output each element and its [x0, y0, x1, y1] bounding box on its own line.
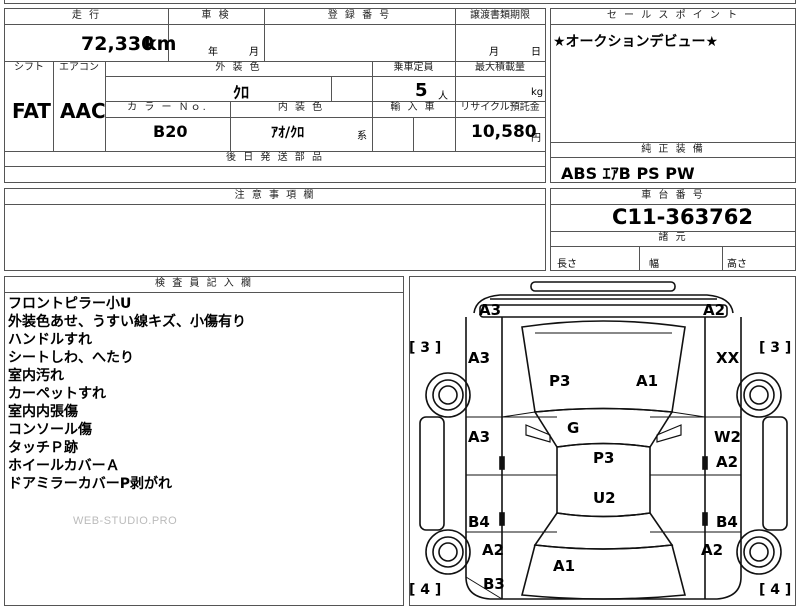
- mark-left-front-door: A3: [468, 428, 491, 446]
- note-line: カーペットすれ: [8, 386, 106, 402]
- note-line: コンソール傷: [8, 422, 92, 438]
- mark-roof-rear: U2: [593, 489, 616, 507]
- inspector-header: 検 査 員 記 入 欄: [155, 278, 253, 289]
- chassis-box: 車 台 番 号 C11-363762 諸 元 長さ 幅 高さ: [550, 188, 796, 271]
- note-line: シートしわ、へたり: [8, 350, 134, 366]
- sales-point-box: セ ー ル ス ポ イ ン ト ★オークションデビュー★: [550, 8, 796, 143]
- capacity-value: 5: [415, 80, 428, 101]
- color-no-label: カ ラ ー Ｎｏ.: [127, 102, 208, 113]
- capacity-unit: 人: [438, 91, 448, 102]
- width-label: 幅: [649, 259, 659, 270]
- mark-rear-left-corner: B3: [483, 575, 505, 593]
- transfer-day: 日: [531, 47, 541, 58]
- height-label: 高さ: [727, 259, 747, 270]
- mark-hood-right: A1: [636, 372, 659, 390]
- import-label: 輸 入 車: [390, 102, 437, 113]
- recycle-label: リサイクル預託金: [460, 102, 540, 113]
- mark-windshield: G: [567, 419, 580, 437]
- sales-point-text: ★オークションデビュー★: [553, 34, 719, 50]
- note-line: ホイールカバーＡ: [8, 458, 120, 474]
- mark-left-rear-door: B4: [468, 513, 490, 531]
- notes-header: 注 意 事 項 欄: [234, 190, 316, 201]
- sales-point-header: セ ー ル ス ポ イ ン ト: [606, 10, 740, 21]
- capacity-label: 乗車定員: [393, 62, 434, 73]
- mark-front-right-corner: A2: [703, 301, 726, 319]
- interior-color-suffix: 系: [357, 131, 367, 142]
- recycle-unit: 円: [531, 133, 541, 144]
- mark-left-front-fender: A3: [468, 349, 491, 367]
- note-line: 外装色あせ、うすい線キズ、小傷有り: [8, 314, 246, 330]
- mileage-header: 走 行: [71, 10, 102, 21]
- shift-value: FAT: [12, 99, 51, 123]
- inspector-notes: フロントピラー小U 外装色あせ、うすい線キズ、小傷有り ハンドルすれ シートしわ…: [8, 295, 246, 493]
- car-diagram-box: A3 A2 A3 XX P3 A1 G A3 W2 A2 P3 U2 B4 B4…: [409, 276, 796, 606]
- inspection-month: 月: [249, 47, 259, 58]
- equipment-header: 純 正 装 備: [641, 144, 705, 155]
- shift-label: シフト: [14, 62, 44, 73]
- equipment-box: 純 正 装 備 ABS ｴｱB PS PW: [550, 142, 796, 183]
- ac-label: エアコン: [59, 62, 99, 73]
- max-load-unit: kg: [531, 87, 544, 98]
- reg-number-header: 登 録 番 号: [327, 10, 392, 21]
- interior-color-label: 内 装 色: [277, 102, 325, 113]
- transfer-month: 月: [489, 47, 499, 58]
- mark-front-left-corner: A3: [479, 301, 502, 319]
- bracket-rear-right: [ 4 ]: [759, 582, 792, 598]
- top-strip: [4, 0, 796, 4]
- mark-right-front-door-1: W2: [714, 428, 741, 446]
- inspector-box: 検 査 員 記 入 欄 フロントピラー小U 外装色あせ、うすい線キズ、小傷有り …: [4, 276, 404, 606]
- mark-right-rear-door: B4: [716, 513, 738, 531]
- note-line: ドアミラーカバーP剥がれ: [8, 476, 172, 492]
- max-load-label: 最大積載量: [475, 62, 525, 73]
- bracket-front-left: [ 3 ]: [409, 340, 442, 356]
- equipment-text: ABS ｴｱB PS PW: [561, 164, 695, 183]
- inspection-header: 車 検: [201, 10, 231, 21]
- ac-value: AAC: [60, 99, 106, 123]
- inspection-year: 年: [208, 47, 218, 58]
- watermark: WEB-STUDIO.PRO: [73, 515, 178, 527]
- chassis-header: 車 台 番 号: [641, 190, 705, 201]
- interior-color-value: ｱｵ/ｸﾛ: [271, 125, 305, 141]
- mark-roof: P3: [593, 449, 615, 467]
- dimensions-header: 諸 元: [658, 232, 688, 243]
- main-info-box: 走 行 車 検 登 録 番 号 譲渡書類期限 72,330 km 年 月 月 日…: [4, 8, 546, 183]
- note-line: ハンドルすれ: [8, 332, 92, 348]
- exterior-color-value: ｸﾛ: [233, 83, 250, 102]
- exterior-color-label: 外 装 色: [215, 62, 262, 73]
- mark-trunk: A1: [553, 557, 576, 575]
- transfer-header: 譲渡書類期限: [470, 10, 530, 21]
- bracket-rear-left: [ 4 ]: [409, 582, 442, 598]
- mark-left-rear-fender: A2: [482, 541, 505, 559]
- later-parts-label: 後 日 発 送 部 品: [226, 152, 324, 163]
- note-line: 室内内張傷: [8, 404, 78, 420]
- length-label: 長さ: [557, 259, 577, 270]
- mark-right-front-fender: XX: [716, 349, 740, 367]
- note-line: フロントピラー小U: [8, 296, 132, 312]
- mark-hood-left: P3: [549, 372, 571, 390]
- bracket-front-right: [ 3 ]: [759, 340, 792, 356]
- mark-right-front-door-2: A2: [716, 453, 739, 471]
- mark-right-rear-fender: A2: [701, 541, 724, 559]
- recycle-value: 10,580: [471, 122, 537, 142]
- notes-box: 注 意 事 項 欄: [4, 188, 546, 271]
- note-line: タッチＰ跡: [8, 440, 78, 456]
- color-no-value: B20: [153, 122, 188, 141]
- chassis-number: C11-363762: [612, 205, 754, 229]
- mileage-unit: km: [144, 33, 177, 55]
- note-line: 室内汚れ: [8, 368, 64, 384]
